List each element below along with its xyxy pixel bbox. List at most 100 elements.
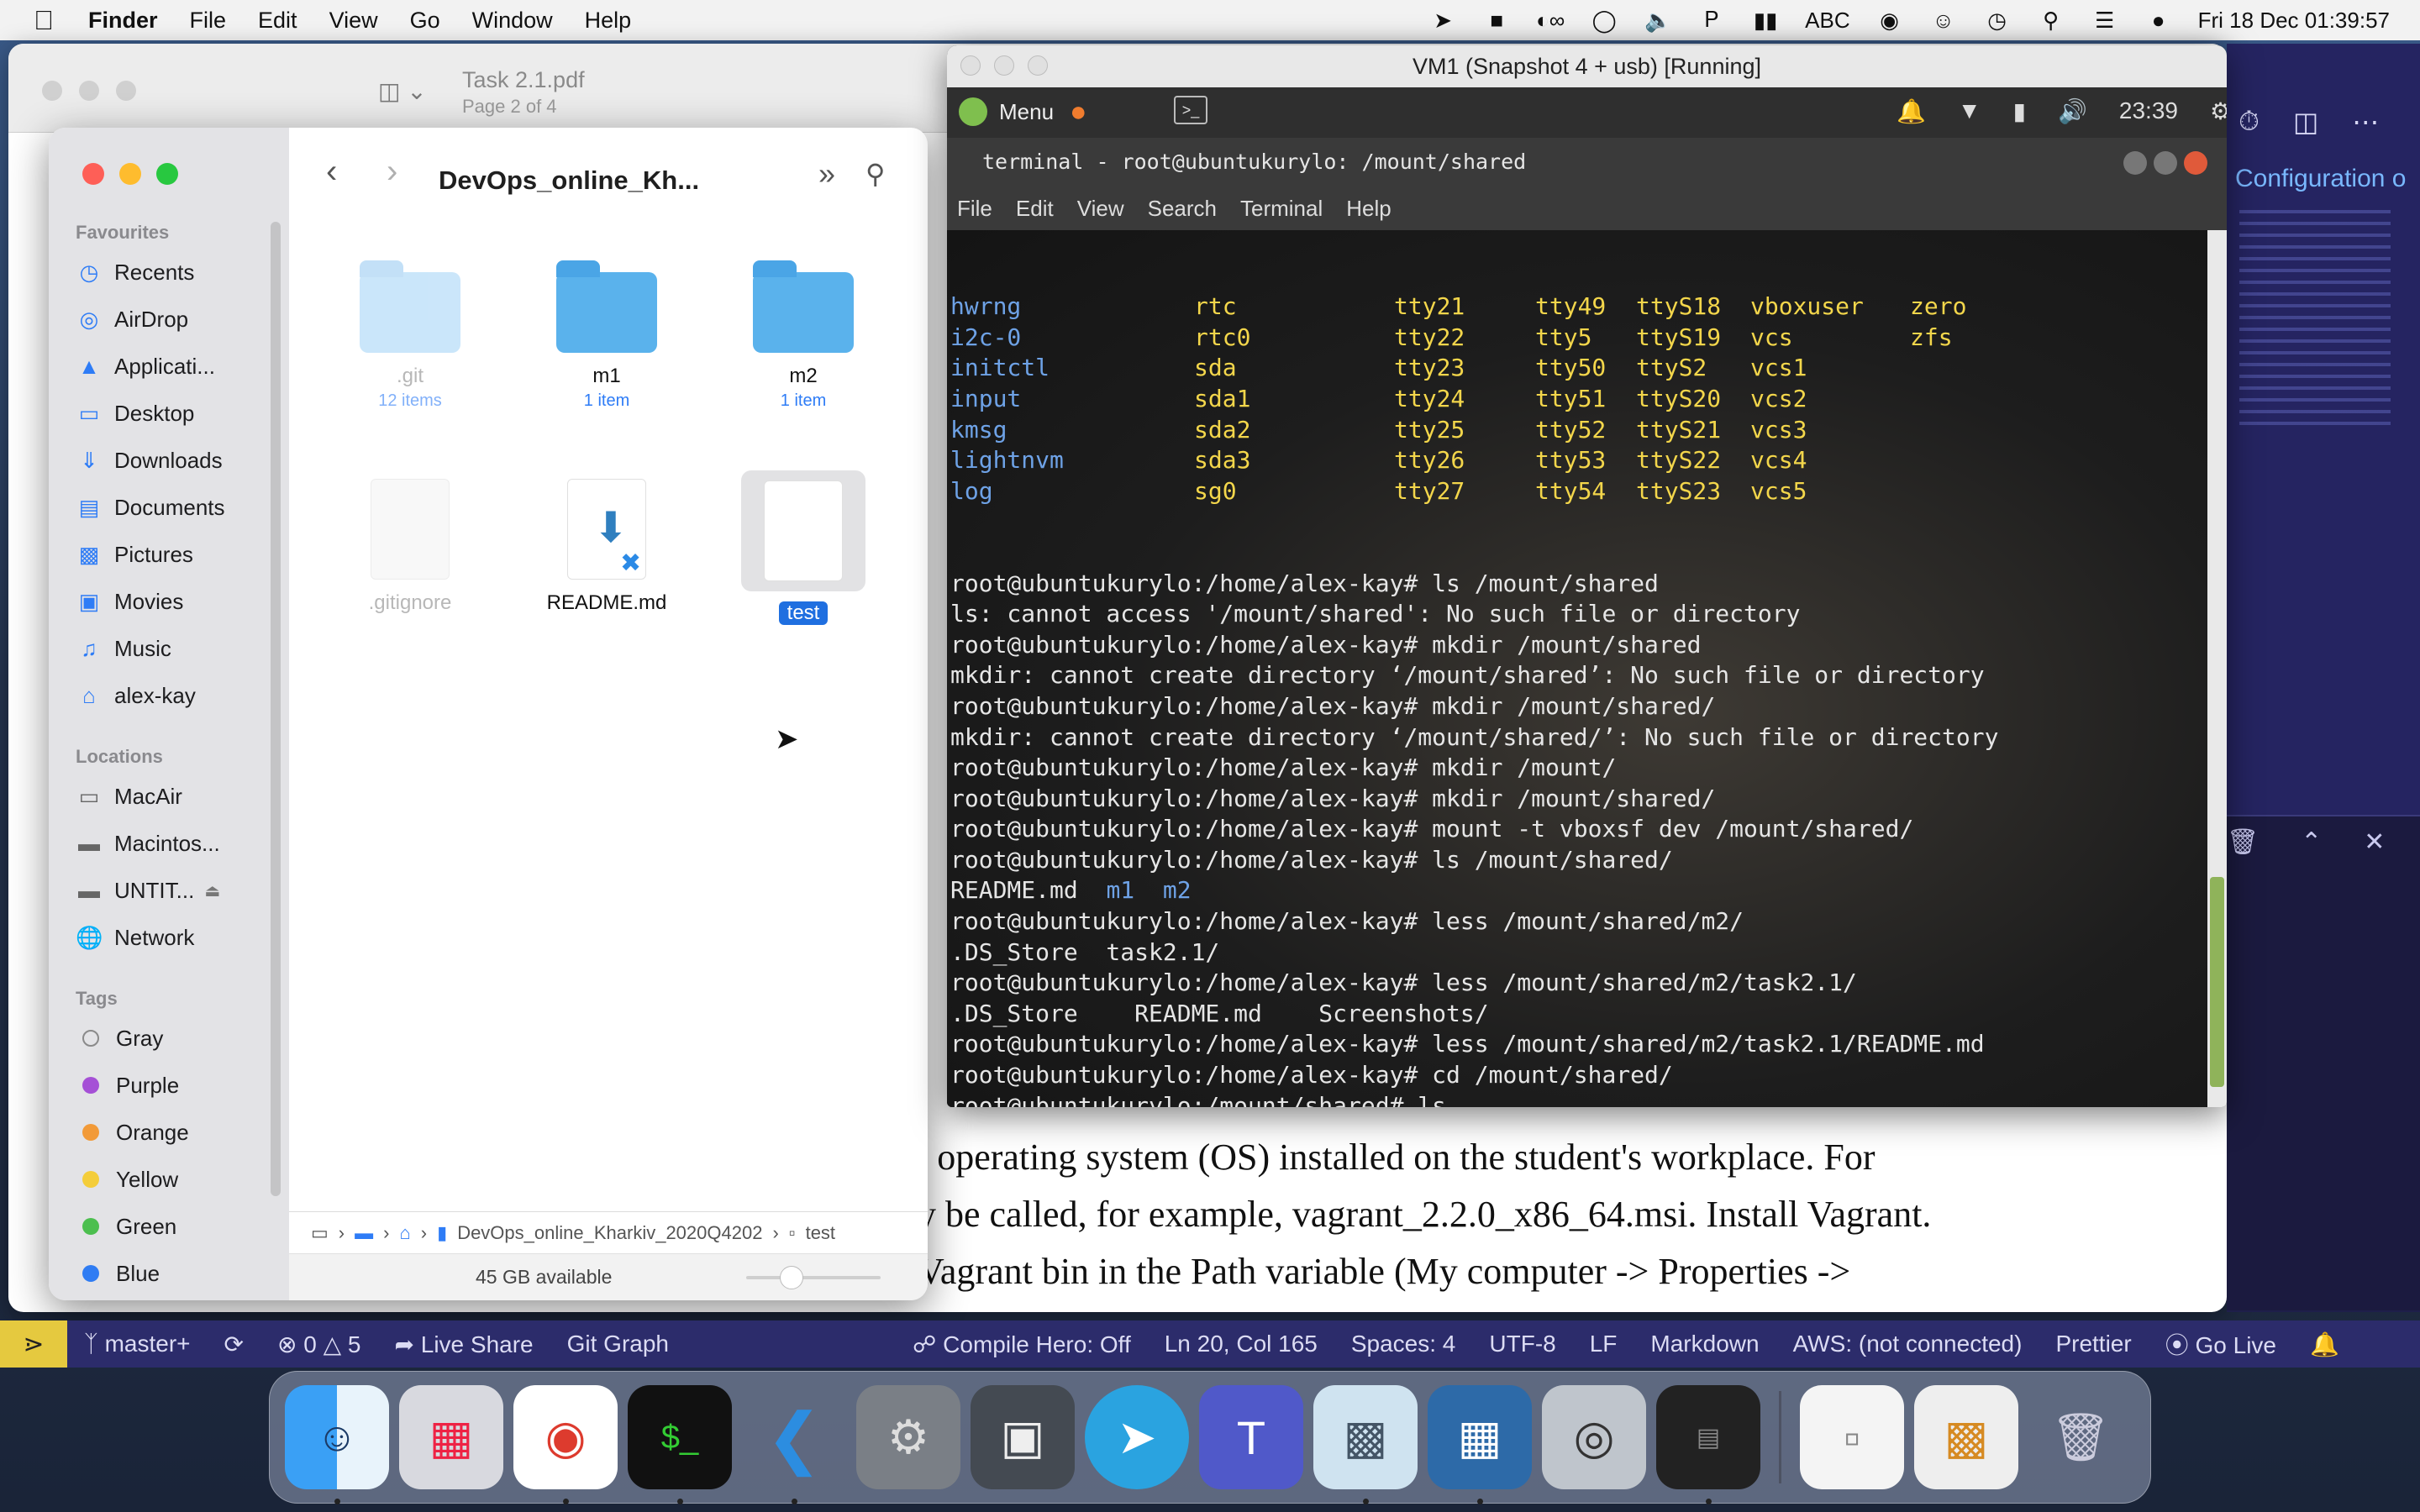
path-folder[interactable]: DevOps_online_Kharkiv_2020Q4202 xyxy=(457,1222,762,1244)
settings-gear-icon[interactable]: ⚙ xyxy=(2210,97,2227,125)
telegram-icon[interactable]: ➤ xyxy=(1085,1385,1189,1489)
apple-menu-icon[interactable]:  xyxy=(0,5,72,36)
close-button[interactable] xyxy=(960,55,981,76)
menu-edit[interactable]: Edit xyxy=(242,8,313,34)
terminal-menu-help[interactable]: Help xyxy=(1346,196,1391,222)
terminal-menu-search[interactable]: Search xyxy=(1148,196,1217,222)
chrome-icon[interactable]: ◉ xyxy=(513,1385,618,1504)
more-toolbar-icon[interactable]: » xyxy=(818,156,835,192)
sidebar-item-music[interactable]: ♫ Music xyxy=(76,625,277,672)
menu-view[interactable]: View xyxy=(313,8,394,34)
finder-icon[interactable]: ☺ xyxy=(285,1385,389,1504)
maximize-button[interactable] xyxy=(2154,151,2177,175)
folder-item[interactable]: .git 12 items xyxy=(334,260,486,411)
back-icon[interactable]: ‹ xyxy=(326,153,337,191)
more-icon[interactable]: ⋯ xyxy=(2352,106,2379,138)
vm-window-thumbnail[interactable]: ▤ xyxy=(1656,1385,1760,1504)
volume-icon[interactable]: 🔈 xyxy=(1644,8,1672,33)
close-button[interactable] xyxy=(82,163,104,185)
disk-utility-icon[interactable]: ◎ xyxy=(1542,1385,1646,1489)
folder-item[interactable]: m1 1 item xyxy=(531,260,682,411)
minimize-button[interactable] xyxy=(119,163,141,185)
sidebar-item-macair[interactable]: ▭ MacAir xyxy=(76,773,277,820)
firefox-icon[interactable]: ● xyxy=(1070,96,1087,129)
timeline-icon[interactable]: ⏱ xyxy=(2238,106,2260,138)
sidebar-item-applications[interactable]: ▲ Applicati... xyxy=(76,343,277,390)
terminal-output[interactable]: hwrng rtc tty21 tty49 ttyS18 vboxuser zero i2c-… xyxy=(947,230,2207,1107)
menu-file[interactable]: File xyxy=(174,8,243,34)
minimize-button[interactable] xyxy=(2123,151,2147,175)
sidebar-scrollbar[interactable] xyxy=(271,222,281,1196)
preview-icon[interactable]: ▩ xyxy=(1313,1385,1418,1504)
wifi-icon[interactable]: ◉ xyxy=(1876,8,1904,33)
prettier[interactable]: Prettier xyxy=(2039,1331,2148,1357)
aws-status[interactable]: AWS: (not connected) xyxy=(1776,1331,2039,1357)
chevron-up-icon[interactable]: ⌃ xyxy=(2301,827,2322,857)
zoom-button[interactable] xyxy=(156,163,178,185)
notification-icon[interactable]: 🔔 xyxy=(1897,97,1926,125)
forward-icon[interactable]: › xyxy=(387,153,397,191)
tag-gray[interactable]: Gray xyxy=(82,1015,276,1062)
trash-icon[interactable]: 🗑 xyxy=(2028,1385,2133,1489)
trash-icon[interactable]: 🗑 xyxy=(2227,827,2259,857)
eject-icon[interactable]: ⏏ xyxy=(204,880,220,901)
disk-icon[interactable]: ▬ xyxy=(355,1222,373,1244)
split-editor-icon[interactable]: ◫ xyxy=(2293,106,2318,138)
sync-icon[interactable]: ⟳ xyxy=(208,1331,260,1358)
terminal-menu-terminal[interactable]: Terminal xyxy=(1240,196,1323,222)
encoding[interactable]: UTF-8 xyxy=(1472,1331,1572,1357)
tag-yellow[interactable]: Yellow xyxy=(82,1156,276,1203)
sidebar-item-desktop[interactable]: ▭ Desktop xyxy=(76,390,277,437)
system-preferences-icon[interactable]: ⚙ xyxy=(856,1385,960,1489)
control-center-icon[interactable]: ☰ xyxy=(2091,8,2119,33)
zoom-button[interactable] xyxy=(1028,55,1048,76)
live-share[interactable]: ➦ Live Share xyxy=(378,1331,550,1358)
menu-go[interactable]: Go xyxy=(394,8,456,34)
problems[interactable]: ⊗ 0 △ 5 xyxy=(260,1331,378,1358)
terminal-menu-edit[interactable]: Edit xyxy=(1016,196,1054,222)
tag-green[interactable]: Green xyxy=(82,1203,276,1250)
volume-icon[interactable]: 🔊 xyxy=(2058,97,2087,125)
panel-clock[interactable]: 23:39 xyxy=(2119,97,2178,125)
language-mode[interactable]: Markdown xyxy=(1634,1331,1776,1357)
screenshot-icon[interactable]: ▣ xyxy=(971,1385,1075,1489)
sidebar-item-home[interactable]: ⌂ alex-kay xyxy=(76,672,277,719)
clock[interactable]: Fri 18 Dec 01:39:57 xyxy=(2198,8,2390,34)
launchpad-icon[interactable]: ▦ xyxy=(399,1385,503,1489)
tag-orange[interactable]: Orange xyxy=(82,1109,276,1156)
vscode-icon[interactable]: ❮ xyxy=(742,1385,846,1504)
search-icon[interactable]: ⚲ xyxy=(865,158,885,190)
slider-knob[interactable] xyxy=(780,1266,803,1289)
git-graph[interactable]: Git Graph xyxy=(550,1331,686,1357)
close-button[interactable] xyxy=(2184,151,2207,175)
terminal-launcher-icon[interactable]: >_ xyxy=(1174,96,1207,124)
sidebar-item-untitled[interactable]: ▬ UNTIT... ⏏ xyxy=(76,867,277,914)
sidebar-item-documents[interactable]: ▤ Documents xyxy=(76,484,277,531)
search-icon[interactable]: ⚲ xyxy=(2037,8,2065,33)
tag-blue[interactable]: Blue xyxy=(82,1250,276,1297)
indentation[interactable]: Spaces: 4 xyxy=(1334,1331,1473,1357)
zoom-button[interactable] xyxy=(116,81,136,101)
close-icon[interactable]: ✕ xyxy=(2364,827,2385,857)
network-icon[interactable]: ▼ xyxy=(1958,97,1981,125)
shield-icon[interactable]: ◯ xyxy=(1590,8,1618,33)
sidebar-item-airdrop[interactable]: ◎ AirDrop xyxy=(76,296,277,343)
menu-window[interactable]: Window xyxy=(456,8,569,34)
menu-help[interactable]: Help xyxy=(569,8,648,34)
panel-menu[interactable]: Menu xyxy=(999,99,1054,125)
file-item-selected[interactable]: test xyxy=(728,470,879,625)
minimize-button[interactable] xyxy=(79,81,99,101)
virtualbox-icon[interactable]: ▦ xyxy=(1428,1385,1532,1504)
file-item[interactable]: ⬇ ✖ README.md xyxy=(531,479,682,615)
teams-icon[interactable]: T xyxy=(1199,1385,1303,1489)
cursor-position[interactable]: Ln 20, Col 165 xyxy=(1148,1331,1334,1357)
scrollbar-thumb[interactable] xyxy=(2210,877,2224,1087)
battery-icon[interactable]: ▮ xyxy=(2013,97,2026,125)
document-icon[interactable]: ▫ xyxy=(1800,1385,1904,1489)
file-item[interactable]: .gitignore xyxy=(334,479,486,615)
zoom-tray-icon[interactable]: ■ xyxy=(1482,8,1511,33)
icon-size-slider[interactable] xyxy=(746,1276,881,1279)
sidebar-item-macintosh-hd[interactable]: ▬ Macintos... xyxy=(76,820,277,867)
folder-item[interactable]: m2 1 item xyxy=(728,260,879,411)
terminal-icon[interactable]: $_ xyxy=(628,1385,732,1504)
